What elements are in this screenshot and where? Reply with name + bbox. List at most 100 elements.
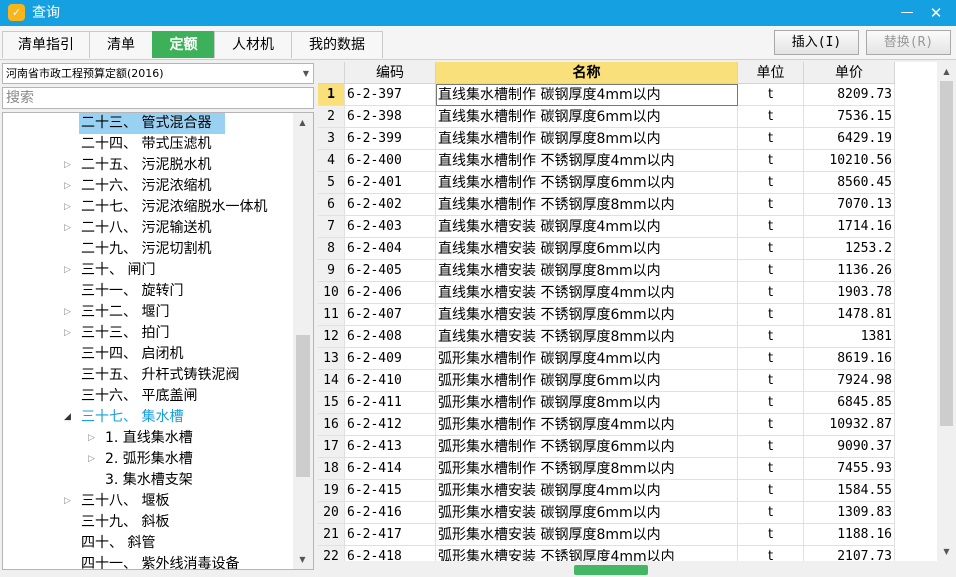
row-number[interactable]: 5 [318, 172, 345, 194]
code-cell[interactable]: 6-2-405 [345, 260, 436, 282]
code-cell[interactable]: 6-2-403 [345, 216, 436, 238]
tree-scroll-thumb[interactable] [296, 335, 310, 477]
name-cell[interactable]: 直线集水槽制作 碳钢厚度8mm以内 [436, 128, 738, 150]
code-cell[interactable]: 6-2-408 [345, 326, 436, 348]
header-price[interactable]: 单价 [804, 62, 895, 84]
price-cell[interactable]: 8619.16 [804, 348, 895, 370]
chevron-down-icon[interactable]: ▼ [303, 64, 309, 83]
row-number[interactable]: 8 [318, 238, 345, 260]
tree-node[interactable]: 三十七、 集水槽 [79, 407, 185, 428]
table-row[interactable]: 7 6-2-403 直线集水槽安装 碳钢厚度4mm以内 t 1714.16 [318, 216, 895, 238]
scroll-up-icon[interactable]: ▲ [294, 114, 311, 131]
price-cell[interactable]: 1903.78 [804, 282, 895, 304]
collapsed-arrow-icon[interactable]: ▷ [64, 197, 71, 218]
name-cell[interactable]: 直线集水槽安装 碳钢厚度8mm以内 [436, 260, 738, 282]
tree-node[interactable]: 2. 弧形集水槽 [103, 449, 195, 470]
tree-node[interactable]: 三十一、 旋转门 [79, 281, 185, 302]
tab-quota[interactable]: 定额 [152, 31, 215, 58]
code-cell[interactable]: 6-2-400 [345, 150, 436, 172]
name-cell[interactable]: 弧形集水槽制作 碳钢厚度4mm以内 [436, 348, 738, 370]
name-cell[interactable]: 直线集水槽安装 不锈钢厚度8mm以内 [436, 326, 738, 348]
price-cell[interactable]: 10210.56 [804, 150, 895, 172]
unit-cell[interactable]: t [738, 106, 804, 128]
tree-node[interactable]: 三十四、 启闭机 [79, 344, 185, 365]
code-cell[interactable]: 6-2-411 [345, 392, 436, 414]
table-row[interactable]: 17 6-2-413 弧形集水槽制作 不锈钢厚度6mm以内 t 9090.37 [318, 436, 895, 458]
tree-node[interactable]: 三十三、 拍门 [79, 323, 171, 344]
collapsed-arrow-icon[interactable]: ▷ [88, 449, 95, 470]
tree-node[interactable]: 三十六、 平底盖闸 [79, 386, 199, 407]
code-cell[interactable]: 6-2-399 [345, 128, 436, 150]
price-cell[interactable]: 7070.13 [804, 194, 895, 216]
row-number[interactable]: 14 [318, 370, 345, 392]
name-cell[interactable]: 弧形集水槽安装 碳钢厚度8mm以内 [436, 524, 738, 546]
unit-cell[interactable]: t [738, 436, 804, 458]
collapsed-arrow-icon[interactable]: ▷ [64, 218, 71, 239]
row-number[interactable]: 20 [318, 502, 345, 524]
tree-node[interactable]: 三十八、 堰板 [79, 491, 171, 512]
table-row[interactable]: 21 6-2-417 弧形集水槽安装 碳钢厚度8mm以内 t 1188.16 [318, 524, 895, 546]
tree-node[interactable]: 三十二、 堰门 [79, 302, 171, 323]
price-cell[interactable]: 6429.19 [804, 128, 895, 150]
header-unit[interactable]: 单位 [738, 62, 804, 84]
table-row[interactable]: 11 6-2-407 直线集水槽安装 不锈钢厚度6mm以内 t 1478.81 [318, 304, 895, 326]
tree-node[interactable]: 1. 直线集水槽 [103, 428, 195, 449]
row-number[interactable]: 16 [318, 414, 345, 436]
unit-cell[interactable]: t [738, 414, 804, 436]
tree-node[interactable]: 二十五、 污泥脱水机 [79, 155, 213, 176]
unit-cell[interactable]: t [738, 502, 804, 524]
quota-library-select[interactable]: 河南省市政工程预算定额(2016) ▼ [2, 63, 314, 84]
price-cell[interactable]: 8560.45 [804, 172, 895, 194]
name-cell[interactable]: 直线集水槽制作 不锈钢厚度4mm以内 [436, 150, 738, 172]
tree-node[interactable]: 二十九、 污泥切割机 [79, 239, 213, 260]
unit-cell[interactable]: t [738, 480, 804, 502]
collapsed-arrow-icon[interactable]: ▷ [64, 491, 71, 512]
code-cell[interactable]: 6-2-409 [345, 348, 436, 370]
unit-cell[interactable]: t [738, 172, 804, 194]
price-cell[interactable]: 1136.26 [804, 260, 895, 282]
row-number[interactable]: 6 [318, 194, 345, 216]
code-cell[interactable]: 6-2-402 [345, 194, 436, 216]
table-row[interactable]: 3 6-2-399 直线集水槽制作 碳钢厚度8mm以内 t 6429.19 [318, 128, 895, 150]
unit-cell[interactable]: t [738, 370, 804, 392]
code-cell[interactable]: 6-2-401 [345, 172, 436, 194]
price-cell[interactable]: 9090.37 [804, 436, 895, 458]
tree-node[interactable]: 3. 集水槽支架 [103, 470, 195, 491]
name-cell[interactable]: 直线集水槽安装 不锈钢厚度4mm以内 [436, 282, 738, 304]
unit-cell[interactable]: t [738, 194, 804, 216]
price-cell[interactable]: 8209.73 [804, 84, 895, 106]
table-row[interactable]: 15 6-2-411 弧形集水槽制作 碳钢厚度8mm以内 t 6845.85 [318, 392, 895, 414]
price-cell[interactable]: 1381 [804, 326, 895, 348]
tree-node[interactable]: 二十三、 管式混合器 [79, 113, 226, 134]
name-cell[interactable]: 直线集水槽安装 碳钢厚度6mm以内 [436, 238, 738, 260]
unit-cell[interactable]: t [738, 326, 804, 348]
tree-node[interactable]: 四十、 斜管 [79, 533, 157, 554]
price-cell[interactable]: 7455.93 [804, 458, 895, 480]
scroll-up-icon[interactable]: ▲ [938, 63, 955, 80]
unit-cell[interactable]: t [738, 150, 804, 172]
name-cell[interactable]: 弧形集水槽安装 碳钢厚度4mm以内 [436, 480, 738, 502]
code-cell[interactable]: 6-2-417 [345, 524, 436, 546]
code-cell[interactable]: 6-2-398 [345, 106, 436, 128]
unit-cell[interactable]: t [738, 348, 804, 370]
name-cell[interactable]: 弧形集水槽制作 不锈钢厚度4mm以内 [436, 414, 738, 436]
name-cell[interactable]: 直线集水槽制作 碳钢厚度6mm以内 [436, 106, 738, 128]
tab-list-guide[interactable]: 清单指引 [2, 31, 90, 58]
table-row[interactable]: 9 6-2-405 直线集水槽安装 碳钢厚度8mm以内 t 1136.26 [318, 260, 895, 282]
collapsed-arrow-icon[interactable]: ▷ [64, 260, 71, 281]
unit-cell[interactable]: t [738, 524, 804, 546]
unit-cell[interactable]: t [738, 260, 804, 282]
header-name[interactable]: 名称 [436, 62, 738, 84]
unit-cell[interactable]: t [738, 216, 804, 238]
expanded-arrow-icon[interactable]: ◢ [64, 407, 71, 428]
table-row[interactable]: 4 6-2-400 直线集水槽制作 不锈钢厚度4mm以内 t 10210.56 [318, 150, 895, 172]
tree-node[interactable]: 三十、 闸门 [79, 260, 157, 281]
tree-node[interactable]: 二十六、 污泥浓缩机 [79, 176, 213, 197]
row-number[interactable]: 15 [318, 392, 345, 414]
unit-cell[interactable]: t [738, 128, 804, 150]
row-number[interactable]: 11 [318, 304, 345, 326]
tab-my-data[interactable]: 我的数据 [291, 31, 383, 58]
price-cell[interactable]: 1584.55 [804, 480, 895, 502]
row-number[interactable]: 13 [318, 348, 345, 370]
collapsed-arrow-icon[interactable]: ▷ [64, 155, 71, 176]
